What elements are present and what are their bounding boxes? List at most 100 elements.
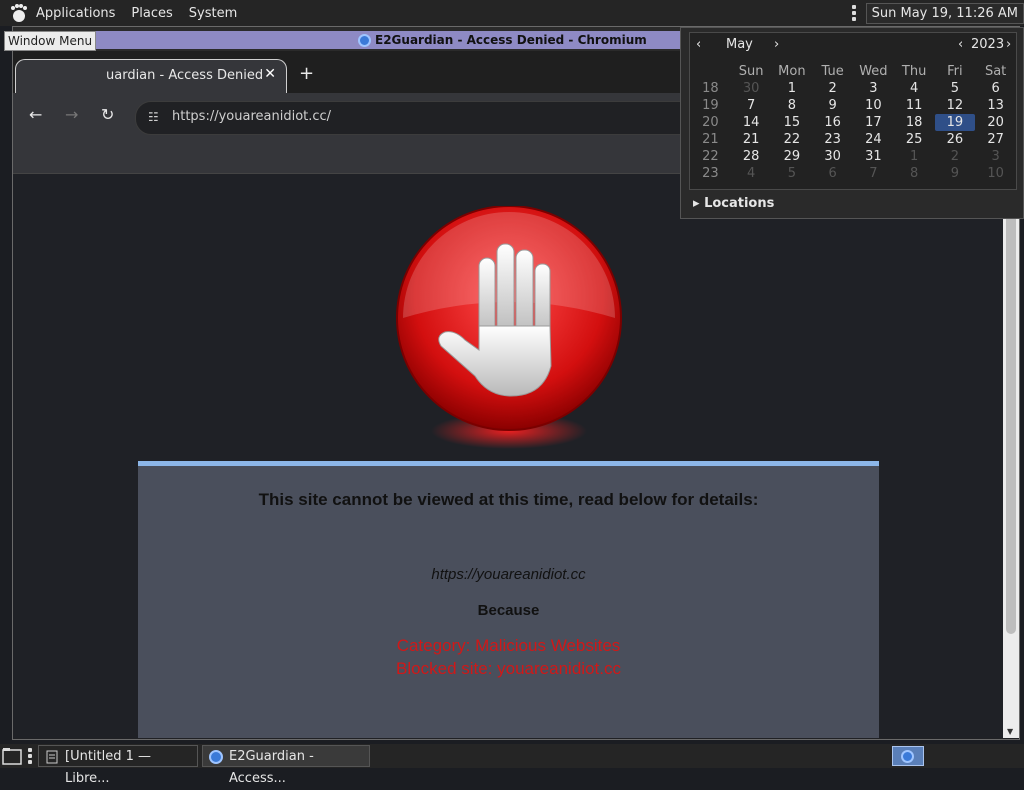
new-tab-button[interactable]: + bbox=[299, 63, 314, 84]
calendar-day[interactable]: 21 bbox=[731, 131, 772, 148]
weekday-label: Tue bbox=[821, 64, 844, 79]
calendar-week-row: 22 28 29 30 31 1 2 3 bbox=[690, 148, 1016, 165]
weekday-label: Fri bbox=[947, 64, 963, 79]
calendar-day[interactable]: 6 bbox=[812, 165, 853, 182]
calendar-day[interactable]: 7 bbox=[853, 165, 894, 182]
places-menu[interactable]: Places bbox=[131, 6, 172, 21]
calendar-day[interactable]: 1 bbox=[772, 80, 813, 97]
locations-expander[interactable]: ▸ Locations bbox=[693, 196, 774, 211]
calendar-day[interactable]: 10 bbox=[975, 165, 1016, 182]
clock[interactable]: Sun May 19, 11:26 AM bbox=[865, 2, 1024, 24]
calendar-day[interactable]: 12 bbox=[935, 97, 976, 114]
taskbar-item-chromium[interactable]: E2Guardian - Access... bbox=[202, 745, 370, 786]
site-info-icon[interactable]: ☷ bbox=[148, 110, 159, 124]
calendar-day[interactable]: 4 bbox=[731, 165, 772, 182]
next-month-icon[interactable]: › bbox=[774, 37, 779, 52]
triangle-right-icon: ▸ bbox=[693, 196, 700, 211]
calendar-day[interactable]: 29 bbox=[772, 148, 813, 165]
calendar-day[interactable]: 8 bbox=[894, 165, 935, 182]
calendar-day[interactable]: 2 bbox=[812, 80, 853, 97]
calendar-day[interactable]: 26 bbox=[935, 131, 976, 148]
reload-icon[interactable]: ↻ bbox=[101, 105, 114, 124]
calendar-day[interactable]: 5 bbox=[772, 165, 813, 182]
chromium-icon bbox=[209, 750, 223, 764]
calendar-day[interactable]: 4 bbox=[894, 80, 935, 97]
tab-title: uardian - Access Denied bbox=[106, 68, 264, 83]
window-menu-tooltip: Window Menu bbox=[4, 31, 97, 51]
weekday-label: Mon bbox=[778, 64, 806, 79]
calendar-grid: ‹ May › ‹ 2023 › Sun Mon Tue Wed Thu Fri… bbox=[689, 32, 1017, 190]
show-desktop-icon[interactable] bbox=[2, 747, 22, 765]
calendar-day[interactable]: 30 bbox=[812, 148, 853, 165]
calendar-day[interactable]: 30 bbox=[731, 80, 772, 97]
taskbar-item-libreoffice[interactable]: [Untitled 1 — Libre... bbox=[38, 745, 198, 786]
calendar-day[interactable]: 25 bbox=[894, 131, 935, 148]
calendar-day[interactable]: 11 bbox=[894, 97, 935, 114]
document-icon bbox=[46, 750, 58, 764]
weekday-label: Thu bbox=[901, 64, 927, 79]
calendar-day[interactable]: 9 bbox=[812, 97, 853, 114]
weekday-label: Wed bbox=[859, 64, 888, 79]
calendar-day[interactable]: 15 bbox=[772, 114, 813, 131]
calendar-week-row: 18 30 1 2 3 4 5 6 bbox=[690, 80, 1016, 97]
calendar-day[interactable]: 18 bbox=[894, 114, 935, 131]
calendar-day[interactable]: 31 bbox=[853, 148, 894, 165]
calendar-day[interactable]: 27 bbox=[975, 131, 1016, 148]
close-icon[interactable]: ✕ bbox=[264, 66, 276, 82]
week-number: 22 bbox=[702, 149, 719, 164]
tray-chromium[interactable] bbox=[892, 746, 924, 766]
calendar-day[interactable]: 19 bbox=[934, 114, 976, 131]
calendar-day[interactable]: 5 bbox=[935, 80, 976, 97]
week-number: 18 bbox=[702, 81, 719, 96]
reason-site: Blocked site: youareanidiot.cc bbox=[396, 659, 621, 678]
calendar-day[interactable]: 3 bbox=[853, 80, 894, 97]
denied-card: This site cannot be viewed at this time,… bbox=[138, 461, 879, 738]
tab-access-denied[interactable]: uardian - Access Denied ✕ bbox=[15, 59, 287, 94]
applications-menu[interactable]: Applications bbox=[36, 6, 115, 21]
kebab-menu-icon[interactable] bbox=[851, 5, 858, 21]
calendar-day[interactable]: 24 bbox=[853, 131, 894, 148]
forward-icon[interactable]: → bbox=[65, 105, 78, 124]
vertical-scrollbar[interactable]: ▼ bbox=[1003, 174, 1019, 738]
week-number: 23 bbox=[702, 166, 719, 181]
calendar-day[interactable]: 7 bbox=[731, 97, 772, 114]
calendar-day[interactable]: 13 bbox=[975, 97, 1016, 114]
calendar-day[interactable]: 3 bbox=[975, 148, 1016, 165]
calendar-day[interactable]: 16 bbox=[812, 114, 853, 131]
calendar-day[interactable]: 2 bbox=[935, 148, 976, 165]
address-url[interactable]: https://youareanidiot.cc/ bbox=[172, 109, 331, 124]
calendar-day[interactable]: 9 bbox=[935, 165, 976, 182]
reason-category: Category: Malicious Websites bbox=[396, 636, 621, 655]
calendar-day[interactable]: 6 bbox=[975, 80, 1016, 97]
calendar-day[interactable]: 23 bbox=[812, 131, 853, 148]
week-number: 21 bbox=[702, 132, 719, 147]
calendar-day[interactable]: 1 bbox=[894, 148, 935, 165]
weekday-header: Sun Mon Tue Wed Thu Fri Sat bbox=[690, 63, 1016, 80]
back-icon[interactable]: ← bbox=[29, 105, 42, 124]
calendar-day[interactable]: 10 bbox=[853, 97, 894, 114]
next-year-icon[interactable]: › bbox=[1006, 37, 1011, 52]
calendar-day[interactable]: 28 bbox=[731, 148, 772, 165]
calendar-day[interactable]: 20 bbox=[975, 114, 1016, 131]
calendar-week-row: 23 4 5 6 7 8 9 10 bbox=[690, 165, 1016, 182]
calendar-week-row: 19 7 8 9 10 11 12 13 bbox=[690, 97, 1016, 114]
calendar-popup: ‹ May › ‹ 2023 › Sun Mon Tue Wed Thu Fri… bbox=[680, 27, 1024, 219]
chromium-icon bbox=[358, 33, 371, 47]
prev-month-icon[interactable]: ‹ bbox=[696, 37, 701, 52]
window-title: E2Guardian - Access Denied - Chromium bbox=[358, 31, 647, 49]
calendar-day[interactable]: 17 bbox=[853, 114, 894, 131]
scrollbar-thumb[interactable] bbox=[1006, 184, 1016, 634]
scroll-down-icon[interactable]: ▼ bbox=[1007, 727, 1013, 736]
calendar-day[interactable]: 22 bbox=[772, 131, 813, 148]
calendar-week-row: 20 14 15 16 17 18 19 20 bbox=[690, 114, 1016, 131]
calendar-day[interactable]: 14 bbox=[731, 114, 772, 131]
calendar-day[interactable]: 8 bbox=[772, 97, 813, 114]
taskbar-handle-icon[interactable] bbox=[28, 748, 34, 764]
top-panel: Applications Places System Sun May 19, 1… bbox=[0, 0, 1024, 26]
because-label: Because bbox=[477, 602, 540, 619]
prev-year-icon[interactable]: ‹ bbox=[958, 37, 963, 52]
weekday-label: Sat bbox=[984, 64, 1007, 79]
system-menu[interactable]: System bbox=[189, 6, 237, 21]
chromium-icon bbox=[901, 750, 914, 763]
gnome-foot-icon[interactable] bbox=[8, 3, 28, 23]
